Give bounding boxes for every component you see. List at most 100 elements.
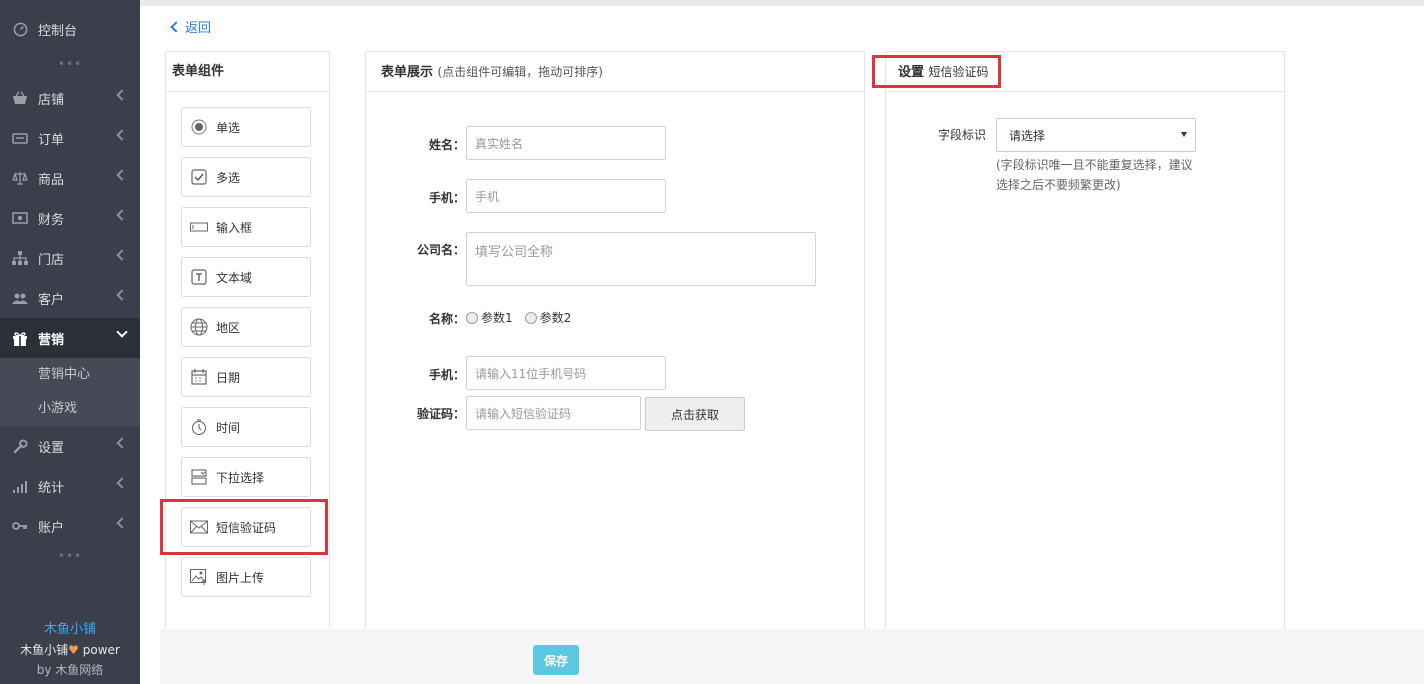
sms-code-label: 验证码： [416, 407, 465, 421]
component-textarea[interactable]: 文本域 [181, 257, 311, 297]
sidebar-item-label: 统计 [38, 480, 65, 496]
power-suffix: power [82, 643, 120, 657]
sidebar-item-shop[interactable]: 店铺 [0, 78, 140, 118]
sidebar-subitem-mini-games[interactable]: 小游戏 [0, 392, 140, 426]
users-icon [12, 290, 28, 306]
component-image-upload[interactable]: 图片上传 [181, 557, 311, 597]
by-line: by 木鱼网络 [36, 663, 104, 677]
input-box-icon [190, 218, 208, 236]
sidebar-item-settings[interactable]: 设置 [0, 426, 140, 466]
component-label: 文本域 [216, 270, 253, 285]
chevron-left-icon [116, 289, 128, 301]
power-prefix: 木鱼小铺 [20, 643, 69, 657]
param-option-2[interactable]: 参数2 [524, 309, 571, 326]
preview-hint: (点击组件可编辑，拖动可排序) [437, 65, 603, 79]
help-line: (字段标识唯一且不能重复选择，建议 [996, 158, 1193, 172]
finance-icon [12, 210, 28, 226]
power-line: 木鱼小铺♥ power [0, 640, 140, 660]
chevron-left-icon [116, 209, 128, 221]
select-value: 请选择 [1009, 128, 1046, 143]
components-panel-title: 表单组件 [166, 52, 329, 92]
component-region[interactable]: 地区 [181, 307, 311, 347]
chevron-left-icon [116, 169, 128, 181]
scale-icon [12, 170, 28, 186]
key-icon [12, 518, 28, 534]
chevron-left-icon [116, 517, 128, 529]
highlight-box-component [160, 499, 328, 555]
clock-icon [190, 418, 208, 436]
sms-code-input[interactable]: 请输入短信验证码 [466, 396, 641, 430]
sidebar-item-account[interactable]: 账户 [0, 506, 140, 546]
back-label: 返回 [185, 21, 212, 36]
sidebar-item-finance[interactable]: 财务 [0, 198, 140, 238]
chevron-left-icon [116, 477, 128, 489]
field-id-label: 字段标识 [938, 128, 987, 142]
gift-icon [12, 330, 28, 346]
sidebar-item-label: 控制台 [38, 23, 78, 39]
back-link[interactable]: 返回 [170, 17, 212, 36]
component-radio[interactable]: 单选 [181, 107, 311, 147]
sidebar-item-label: 门店 [38, 252, 65, 268]
sidebar-item-label: 客户 [38, 292, 65, 308]
sidebar-divider: ••• [57, 57, 83, 71]
preview-panel-title: 表单展示 (点击组件可编辑，拖动可排序) [366, 52, 864, 92]
chevron-left-icon [170, 20, 182, 33]
param-radio-group: 参数1 参数2 [466, 309, 583, 326]
top-border [140, 0, 1424, 6]
sidebar-item-statistics[interactable]: 统计 [0, 466, 140, 506]
footer-bar [160, 629, 1424, 684]
field-id-help: (字段标识唯一且不能重复选择，建议 选择之后不要频繁更改) [996, 155, 1193, 195]
chevron-left-icon [116, 89, 128, 101]
sidebar-item-label: 店铺 [38, 92, 65, 108]
name-input[interactable]: 真实姓名 [466, 126, 666, 160]
signal-icon [12, 478, 28, 494]
shop-icon [12, 90, 28, 106]
sidebar-item-dashboard[interactable]: 控制台 [0, 0, 140, 58]
preview-panel: 表单展示 (点击组件可编辑，拖动可排序) 姓名： 真实姓名 手机： 手机 公司名… [365, 51, 865, 631]
heart-icon: ♥ [68, 643, 79, 657]
component-label: 地区 [216, 320, 241, 335]
order-icon [12, 130, 28, 146]
component-date[interactable]: 日期 [181, 357, 311, 397]
globe-icon [190, 318, 208, 336]
component-label: 多选 [216, 170, 241, 185]
sidebar-item-stores[interactable]: 门店 [0, 238, 140, 278]
sidebar-item-orders[interactable]: 订单 [0, 118, 140, 158]
component-label: 图片上传 [216, 570, 265, 585]
brand-link[interactable]: 木鱼小铺 [0, 620, 140, 640]
component-checkbox[interactable]: 多选 [181, 157, 311, 197]
phone-label: 手机： [428, 191, 465, 205]
dropdown-icon [190, 468, 208, 486]
save-button[interactable]: 保存 [533, 645, 579, 675]
highlight-box-settings [872, 55, 1001, 88]
component-input[interactable]: 输入框 [181, 207, 311, 247]
company-textarea[interactable]: 填写公司全称 [466, 232, 816, 286]
sidebar-item-label: 商品 [38, 172, 65, 188]
param-label: 名称： [428, 312, 465, 326]
sidebar-item-label: 营销 [38, 332, 65, 348]
radio-icon [524, 311, 537, 324]
field-id-select[interactable]: 请选择 [996, 118, 1196, 152]
component-label: 时间 [216, 420, 241, 435]
mobile-input[interactable]: 请输入11位手机号码 [466, 356, 666, 390]
chevron-down-icon [116, 326, 128, 338]
chevron-left-icon [116, 249, 128, 261]
company-label: 公司名： [416, 243, 465, 257]
preview-title: 表单展示 [381, 65, 434, 80]
component-label: 日期 [216, 370, 241, 385]
sidebar-subitem-marketing-center[interactable]: 营销中心 [0, 358, 140, 392]
component-time[interactable]: 时间 [181, 407, 311, 447]
chevron-left-icon [116, 129, 128, 141]
wrench-icon [12, 438, 28, 454]
mobile-label: 手机： [428, 368, 465, 382]
component-label: 单选 [216, 120, 241, 135]
sidebar-item-products[interactable]: 商品 [0, 158, 140, 198]
sidebar-item-customers[interactable]: 客户 [0, 278, 140, 318]
phone-input[interactable]: 手机 [466, 179, 666, 213]
dashboard-icon [12, 21, 28, 37]
param-option-1[interactable]: 参数1 [466, 309, 513, 326]
component-label: 输入框 [216, 220, 253, 235]
sidebar-item-marketing[interactable]: 营销 [0, 318, 140, 358]
component-dropdown[interactable]: 下拉选择 [181, 457, 311, 497]
get-code-button[interactable]: 点击获取 [645, 397, 745, 431]
